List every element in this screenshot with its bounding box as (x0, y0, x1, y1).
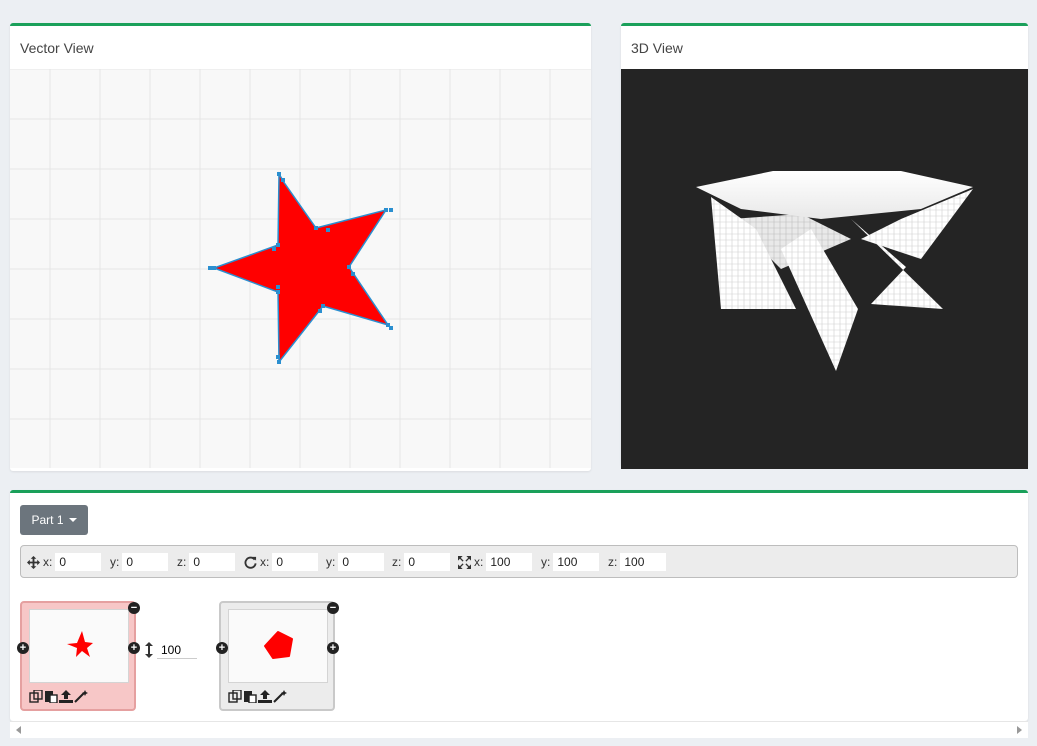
scroll-right-icon[interactable] (1017, 726, 1022, 734)
vector-view-panel: Vector View (10, 23, 591, 471)
scale-x-input[interactable] (486, 553, 533, 571)
scale-z-label: z: (608, 555, 618, 569)
rotation-y-field: y: (326, 553, 385, 571)
3d-mesh-render[interactable] (621, 69, 1028, 469)
upload-icon[interactable] (59, 690, 73, 703)
part-select-dropdown[interactable]: Part 1 (20, 505, 88, 535)
insert-after-plus-icon[interactable]: + (128, 642, 140, 654)
layer-card-star[interactable] (20, 601, 136, 711)
remove-layer-minus-icon[interactable]: − (128, 602, 140, 614)
copy-icon[interactable] (228, 690, 242, 703)
scale-icon (458, 555, 471, 569)
scale-z-input[interactable] (620, 553, 667, 571)
layer-thumbnail[interactable] (228, 609, 328, 683)
layer-spacing-group (145, 641, 197, 659)
scale-y-field: y: (541, 553, 600, 571)
rotation-y-label: y: (326, 555, 336, 569)
move-icon (27, 555, 40, 569)
3d-canvas[interactable] (621, 69, 1028, 469)
paste-icon[interactable] (243, 690, 257, 703)
remove-layer-minus-icon[interactable]: − (327, 602, 339, 614)
rotation-x-label: x: (260, 555, 270, 569)
caret-down-icon (68, 518, 77, 522)
position-x-label: x: (43, 555, 53, 569)
layer-tools (228, 690, 287, 703)
scale-x-label: x: (474, 555, 484, 569)
rotation-x-input[interactable] (272, 553, 319, 571)
position-y-label: y: (110, 555, 120, 569)
part-select-label: Part 1 (31, 513, 64, 527)
3d-view-panel: 3D View (621, 23, 1028, 469)
position-y-input[interactable] (122, 553, 169, 571)
insert-before-plus-icon[interactable]: + (17, 642, 29, 654)
3d-view-title: 3D View (631, 40, 683, 56)
scale-z-field: z: (608, 553, 667, 571)
copy-icon[interactable] (29, 690, 43, 703)
rotation-z-label: z: (392, 555, 402, 569)
position-y-field: y: (110, 553, 169, 571)
layer-thumbnail[interactable] (29, 609, 129, 683)
upload-icon[interactable] (258, 690, 272, 703)
position-z-label: z: (177, 555, 187, 569)
rotation-y-input[interactable] (338, 553, 385, 571)
rotation-z-field: z: (392, 553, 451, 571)
rotate-icon (244, 556, 257, 569)
paste-icon[interactable] (44, 690, 58, 703)
layer-tools (29, 690, 88, 703)
parts-panel: Part 1 x: y: z: x: y (10, 490, 1028, 721)
vector-canvas-svg[interactable] (10, 68, 591, 468)
vertical-arrows-icon (145, 642, 153, 658)
scale-y-input[interactable] (553, 553, 600, 571)
magic-wand-icon[interactable] (273, 690, 287, 703)
vector-canvas[interactable] (10, 68, 591, 468)
pentagon-thumbnail (264, 631, 293, 659)
insert-after-plus-icon[interactable]: + (327, 642, 339, 654)
rotation-x-field: x: (244, 553, 319, 571)
transform-toolbar: x: y: z: x: y: z: (20, 545, 1018, 578)
layer-spacing-input[interactable] (157, 641, 197, 659)
horizontal-scrollbar[interactable] (10, 721, 1028, 738)
vector-view-title: Vector View (20, 40, 94, 56)
rotation-z-input[interactable] (404, 553, 451, 571)
star-thumbnail (67, 631, 93, 657)
position-z-input[interactable] (189, 553, 236, 571)
scale-y-label: y: (541, 555, 551, 569)
position-z-field: z: (177, 553, 236, 571)
extruded-star-mesh (696, 171, 973, 371)
scale-x-field: x: (458, 553, 533, 571)
magic-wand-icon[interactable] (74, 690, 88, 703)
scroll-left-icon[interactable] (16, 726, 21, 734)
star-shape[interactable] (211, 171, 390, 365)
position-x-field: x: (27, 553, 102, 571)
position-x-input[interactable] (55, 553, 102, 571)
layer-card-pentagon[interactable] (219, 601, 335, 711)
insert-before-plus-icon[interactable]: + (216, 642, 228, 654)
